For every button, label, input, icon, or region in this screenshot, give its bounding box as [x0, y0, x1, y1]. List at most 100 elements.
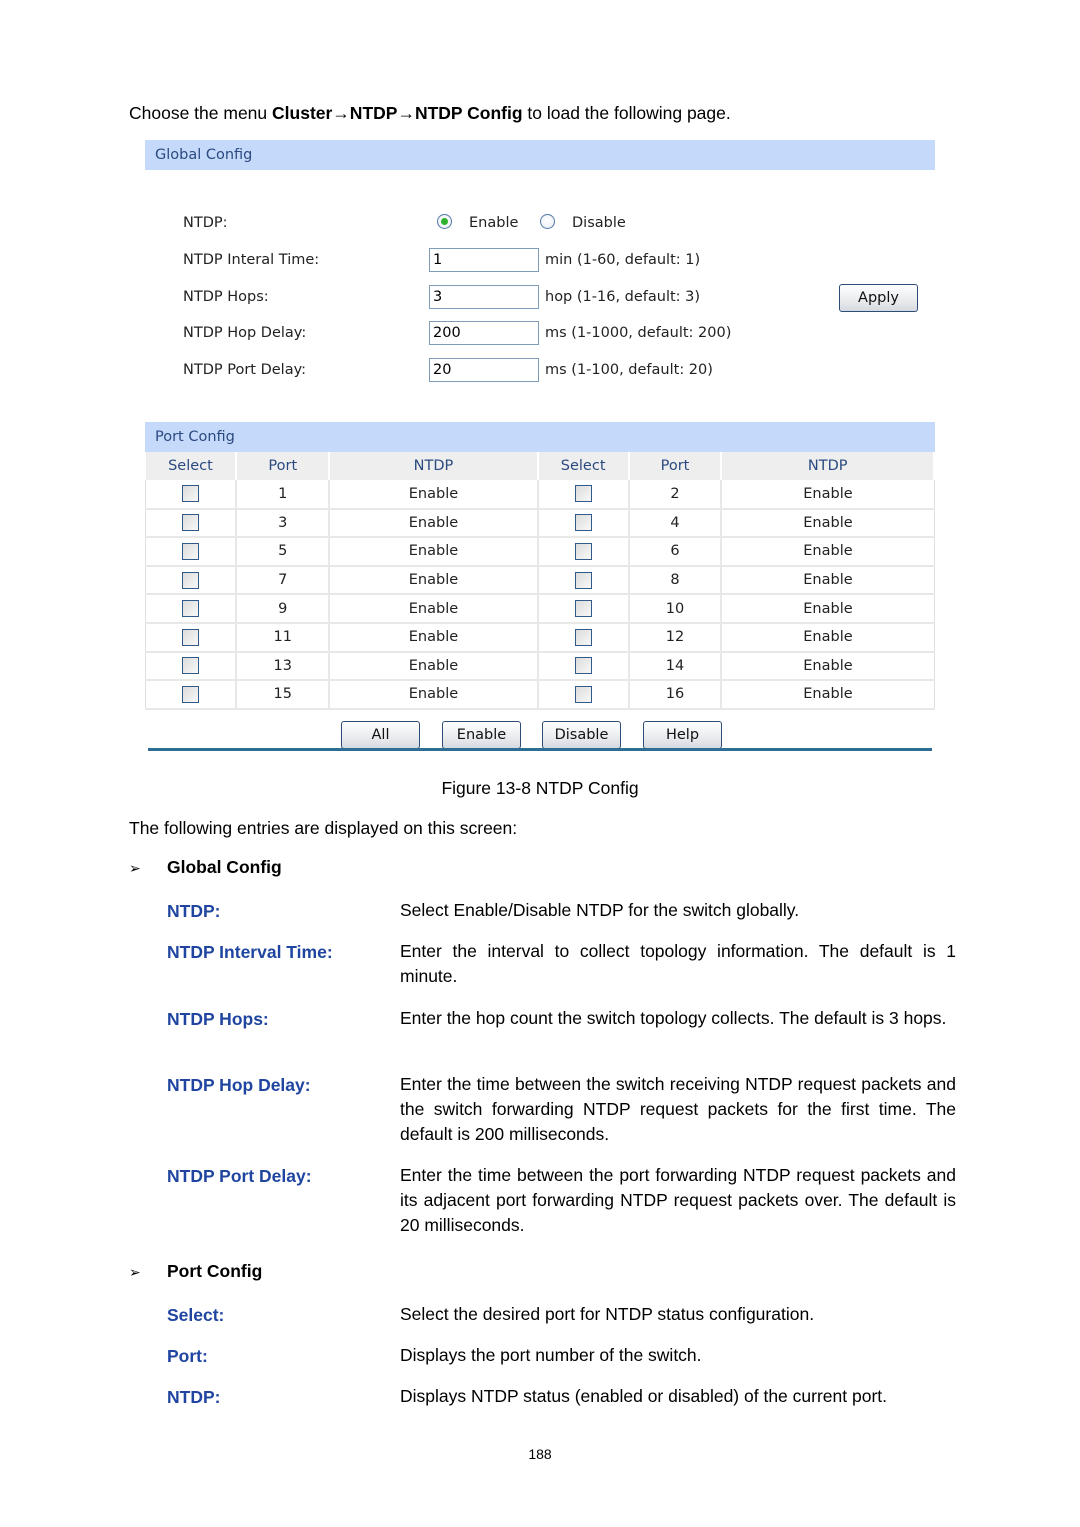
port-select-checkbox[interactable]: [574, 514, 592, 532]
header-ntdp-left: NTDP: [329, 452, 539, 480]
hops-hint: hop (1-16, default: 3): [545, 289, 701, 305]
ntdp-status-cell: Enable: [721, 480, 935, 510]
interval-time-label: NTDP Interal Time:: [183, 252, 320, 268]
port-select-checkbox[interactable]: [182, 485, 200, 503]
port-select-checkbox[interactable]: [574, 542, 592, 560]
ntdp-enable-label[interactable]: Enable: [469, 211, 518, 235]
ntdp-label: NTDP:: [183, 215, 228, 231]
port-select-checkbox[interactable]: [574, 600, 592, 618]
section-heading-global: ➢ Global Config: [129, 857, 282, 878]
table-row: 1 Enable 2 Enable: [145, 480, 935, 510]
global-config-panel: NTDP: Enable Disable NTDP Interal Time: …: [145, 170, 935, 422]
port-delay-input[interactable]: [429, 358, 539, 382]
select-cell: [145, 508, 238, 539]
table-row: 7 Enable 8 Enable: [145, 565, 935, 596]
figure-caption: Figure 13-8 NTDP Config: [441, 778, 639, 798]
select-cell: [145, 480, 238, 510]
arrowhead-right-icon: ➢: [129, 860, 141, 876]
arrowhead-right-icon: ➢: [129, 1264, 141, 1280]
ntdp-status-cell: Enable: [329, 622, 539, 653]
port-select-checkbox[interactable]: [574, 485, 592, 503]
apply-button[interactable]: Apply: [839, 284, 918, 312]
header-port-right: Port: [628, 452, 723, 480]
section-title: Port Config: [167, 1261, 263, 1281]
select-cell: [537, 680, 630, 710]
port-select-checkbox[interactable]: [574, 628, 592, 646]
intro-suffix: to load the following page.: [522, 103, 731, 123]
ntdp-status-cell: Enable: [329, 594, 539, 624]
select-cell: [537, 594, 630, 624]
term-hops: NTDP Hops:: [167, 1009, 269, 1029]
ntdp-status-cell: Enable: [329, 537, 539, 567]
ntdp-status-cell: Enable: [329, 480, 539, 510]
hops-label: NTDP Hops:: [183, 289, 269, 305]
select-cell: [537, 480, 630, 510]
port-select-checkbox[interactable]: [182, 571, 200, 589]
desc-interval-time: Enter the interval to collect topology i…: [400, 941, 956, 986]
term-port-ntdp: NTDP:: [167, 1387, 221, 1407]
ntdp-enable-radio[interactable]: [437, 214, 452, 229]
table-row: 9 Enable 10 Enable: [145, 594, 935, 624]
menu-path: Cluster→NTDP→NTDP Config: [272, 103, 523, 123]
port-number-cell: 15: [236, 680, 331, 710]
ntdp-status-cell: Enable: [721, 594, 935, 624]
ntdp-disable-label[interactable]: Disable: [572, 211, 626, 235]
select-cell: [537, 537, 630, 567]
desc-port-delay: Enter the time between the port forwardi…: [400, 1165, 956, 1235]
hop-delay-label: NTDP Hop Delay:: [183, 325, 307, 341]
help-button[interactable]: Help: [643, 720, 722, 749]
ntdp-status-cell: Enable: [721, 537, 935, 567]
port-select-checkbox[interactable]: [182, 657, 200, 675]
port-select-checkbox[interactable]: [574, 657, 592, 675]
port-select-checkbox[interactable]: [182, 685, 200, 703]
desc-hop-delay: Enter the time between the switch receiv…: [400, 1074, 956, 1144]
port-number-cell: 7: [236, 565, 331, 596]
ntdp-status-cell: Enable: [329, 680, 539, 710]
port-number-cell: 2: [628, 480, 723, 510]
select-cell: [537, 651, 630, 682]
term-ntdp: NTDP:: [167, 901, 221, 921]
port-number-cell: 1: [236, 480, 331, 510]
ntdp-status-cell: Enable: [721, 622, 935, 653]
section-heading-port: ➢ Port Config: [129, 1261, 262, 1282]
port-select-checkbox[interactable]: [574, 571, 592, 589]
table-row: 11 Enable 12 Enable: [145, 622, 935, 653]
select-cell: [145, 594, 238, 624]
port-number-cell: 11: [236, 622, 331, 653]
select-cell: [145, 622, 238, 653]
desc-hops: Enter the hop count the switch topology …: [400, 1008, 947, 1028]
section-title: Global Config: [167, 857, 282, 877]
table-header-row: Select Port NTDP Select Port NTDP: [145, 452, 935, 480]
port-select-checkbox[interactable]: [182, 542, 200, 560]
all-button[interactable]: All: [341, 720, 420, 749]
select-cell: [537, 508, 630, 539]
table-row: 5 Enable 6 Enable: [145, 537, 935, 567]
port-select-checkbox[interactable]: [182, 514, 200, 532]
port-number-cell: 3: [236, 508, 331, 539]
disable-button[interactable]: Disable: [542, 720, 621, 749]
port-number-cell: 8: [628, 565, 723, 596]
desc-port: Displays the port number of the switch.: [400, 1345, 702, 1365]
ntdp-status-cell: Enable: [721, 565, 935, 596]
table-row: 13 Enable 14 Enable: [145, 651, 935, 682]
intro-sentence: Choose the menu Cluster→NTDP→NTDP Config…: [129, 103, 731, 124]
hop-delay-input[interactable]: [429, 321, 539, 345]
select-cell: [145, 680, 238, 710]
ntdp-config-figure: Global Config NTDP: Enable Disable NTDP …: [145, 140, 935, 778]
header-port-left: Port: [236, 452, 331, 480]
enable-button[interactable]: Enable: [442, 720, 521, 749]
ntdp-status-cell: Enable: [721, 508, 935, 539]
port-select-checkbox[interactable]: [182, 600, 200, 618]
interval-time-hint: min (1-60, default: 1): [545, 252, 701, 268]
hops-input[interactable]: [429, 285, 539, 309]
figure-bottom-rule: [148, 748, 932, 751]
global-config-header: Global Config: [145, 140, 935, 170]
port-number-cell: 4: [628, 508, 723, 539]
port-select-checkbox[interactable]: [182, 628, 200, 646]
port-delay-label: NTDP Port Delay:: [183, 362, 306, 378]
port-select-checkbox[interactable]: [574, 685, 592, 703]
ntdp-disable-radio[interactable]: [540, 214, 555, 229]
port-number-cell: 16: [628, 680, 723, 710]
interval-time-input[interactable]: [429, 248, 539, 272]
ntdp-status-cell: Enable: [721, 651, 935, 682]
